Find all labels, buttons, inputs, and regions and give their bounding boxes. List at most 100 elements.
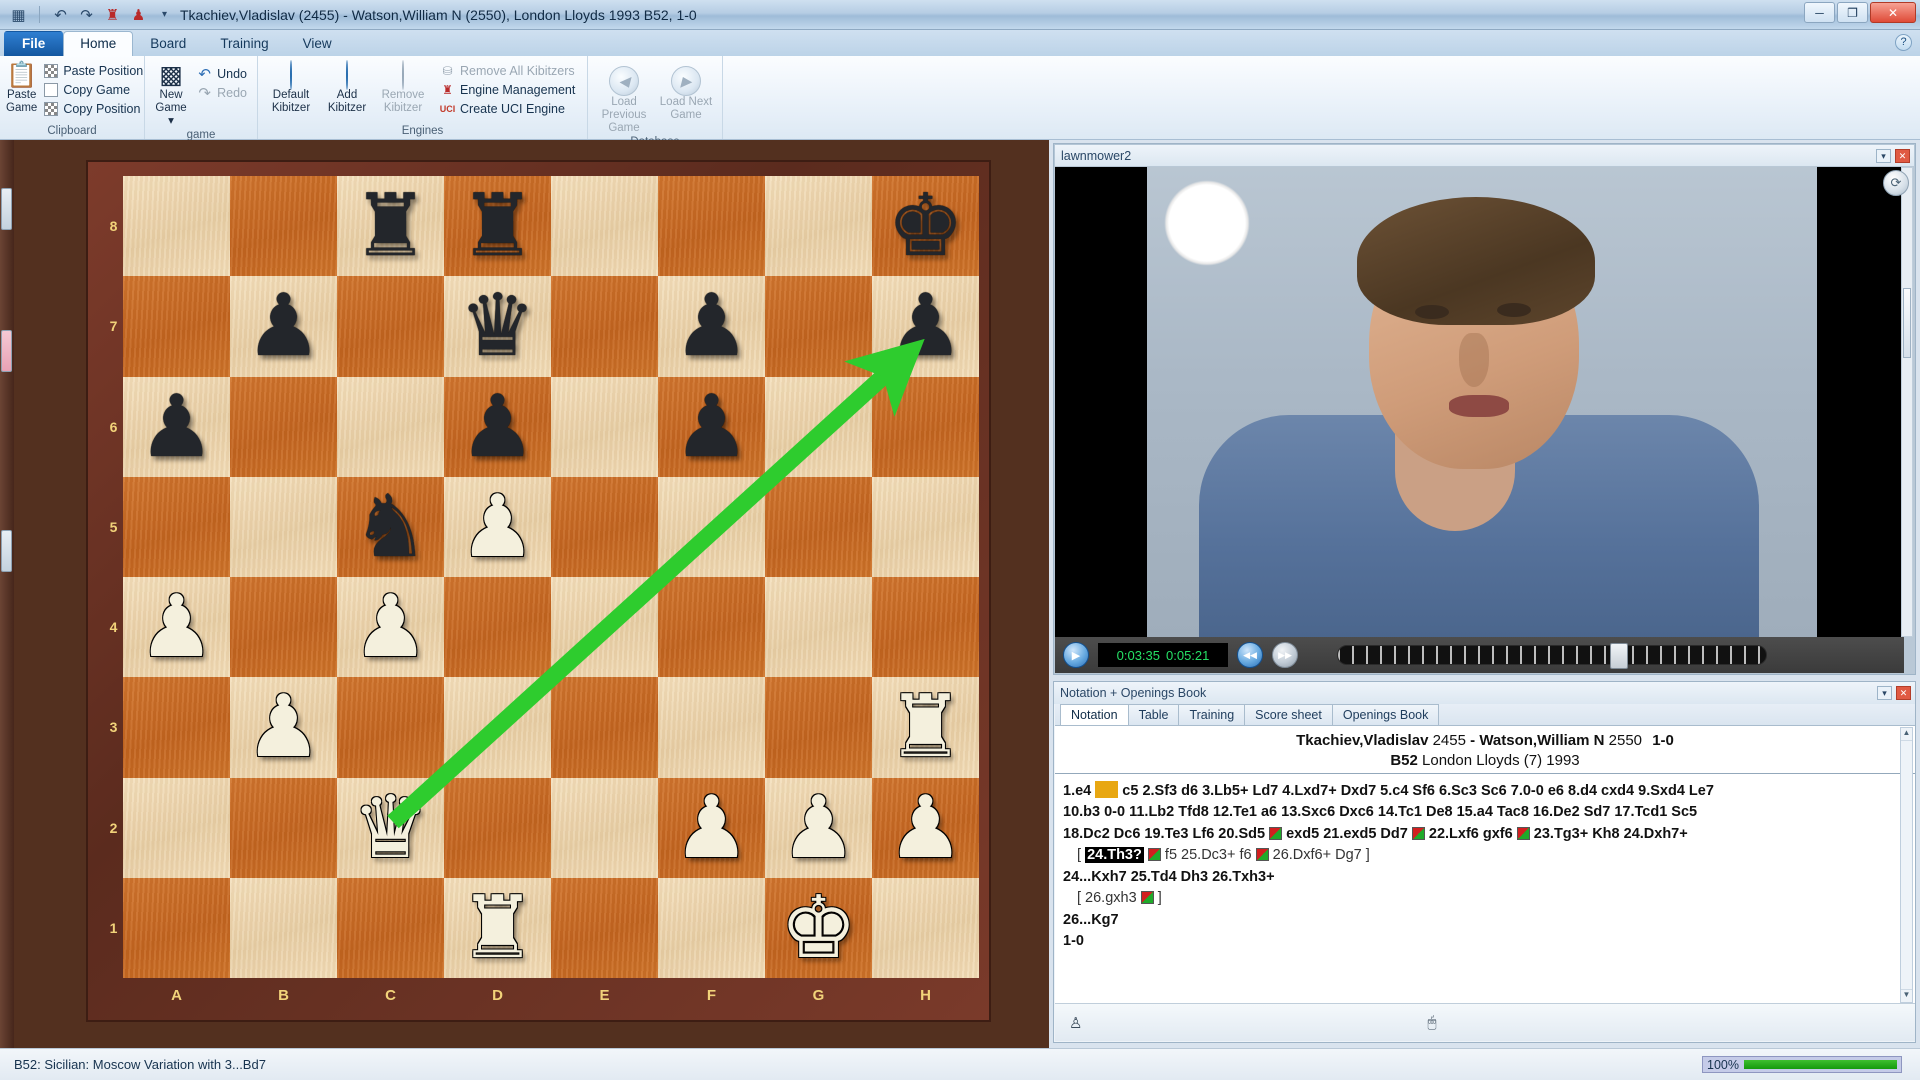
- copy-position-button[interactable]: Copy Position: [39, 100, 147, 117]
- tab-notation[interactable]: Notation: [1060, 704, 1129, 725]
- dock-tab-3[interactable]: [1, 530, 12, 572]
- square-e5[interactable]: [551, 477, 658, 577]
- square-a3[interactable]: [123, 677, 230, 777]
- copy-game-button[interactable]: Copy Game: [39, 81, 147, 98]
- close-button[interactable]: ✕: [1870, 2, 1916, 23]
- square-e4[interactable]: [551, 577, 658, 677]
- black-rook[interactable]: ♜: [337, 176, 444, 276]
- white-pawn[interactable]: ♟: [337, 577, 444, 677]
- square-g1[interactable]: ♚: [765, 878, 872, 978]
- tab-training[interactable]: Training: [1178, 704, 1245, 725]
- tab-file[interactable]: File: [4, 31, 63, 56]
- black-pawn[interactable]: ♟: [123, 377, 230, 477]
- square-f8[interactable]: [658, 176, 765, 276]
- white-pawn[interactable]: ♟: [872, 778, 979, 878]
- video-minimize-button[interactable]: ▾: [1876, 149, 1891, 163]
- square-g7[interactable]: [765, 276, 872, 376]
- square-a1[interactable]: [123, 878, 230, 978]
- square-g2[interactable]: ♟: [765, 778, 872, 878]
- tab-home[interactable]: Home: [63, 31, 133, 56]
- black-king[interactable]: ♚: [872, 176, 979, 276]
- move-line-4[interactable]: 24...Kxh7 25.Td4 Dh3 26.Txh3+: [1063, 867, 1905, 888]
- variation-line-1[interactable]: [ 24.Th3? f5 25.Dc3+ f6 26.Dxf6+ Dg7 ]: [1063, 845, 1905, 866]
- move-line-3d[interactable]: 23.Tg3+ Kh8 24.Dxh7+: [1534, 826, 1688, 842]
- white-rook[interactable]: ♜: [444, 878, 551, 978]
- zoom-control[interactable]: 100%: [1702, 1056, 1902, 1073]
- square-f4[interactable]: [658, 577, 765, 677]
- move-line-3[interactable]: 18.Dc2 Dc6 19.Te3 Lf6 20.Sd5 exd5 21.exd…: [1063, 824, 1905, 845]
- notation-body[interactable]: Tkachiev,Vladislav 2455 - Watson,William…: [1055, 726, 1915, 1004]
- video-scrollbar-thumb[interactable]: [1903, 288, 1911, 358]
- pieces-icon[interactable]: ♜: [103, 5, 122, 24]
- notation-minimize-button[interactable]: ▾: [1877, 686, 1892, 700]
- square-a8[interactable]: [123, 176, 230, 276]
- move-1-e4[interactable]: 1.e4: [1063, 783, 1091, 799]
- square-b5[interactable]: [230, 477, 337, 577]
- square-g8[interactable]: [765, 176, 872, 276]
- square-e7[interactable]: [551, 276, 658, 376]
- square-d1[interactable]: ♜: [444, 878, 551, 978]
- square-b1[interactable]: [230, 878, 337, 978]
- undo-button[interactable]: ↶ Undo: [193, 65, 251, 82]
- notation-scrollbar[interactable]: ▲ ▼: [1900, 727, 1913, 1003]
- move-line-1-rest[interactable]: c5 2.Sf3 d6 3.Lb5+ Ld7 4.Lxd7+ Dxd7 5.c4…: [1122, 783, 1714, 799]
- variation-line-1a[interactable]: f5 25.Dc3+ f6: [1165, 847, 1252, 863]
- notation-tab-strip[interactable]: Notation Table Training Score sheet Open…: [1055, 704, 1915, 726]
- move-line-2-text[interactable]: 10.b3 0-0 11.Lb2 Tfd8 12.Te1 a6 13.Sxc6 …: [1063, 804, 1697, 820]
- square-f2[interactable]: ♟: [658, 778, 765, 878]
- tab-table[interactable]: Table: [1128, 704, 1180, 725]
- tab-score-sheet[interactable]: Score sheet: [1244, 704, 1333, 725]
- square-h8[interactable]: ♚: [872, 176, 979, 276]
- notation-close-button[interactable]: ✕: [1896, 686, 1911, 700]
- create-uci-engine-button[interactable]: UCI Create UCI Engine: [436, 100, 579, 117]
- zoom-slider[interactable]: 100%: [1702, 1056, 1902, 1073]
- square-a2[interactable]: [123, 778, 230, 878]
- square-d4[interactable]: [444, 577, 551, 677]
- square-d6[interactable]: ♟: [444, 377, 551, 477]
- square-g3[interactable]: [765, 677, 872, 777]
- square-c7[interactable]: [337, 276, 444, 376]
- paste-position-button[interactable]: Paste Position: [39, 62, 147, 79]
- white-queen[interactable]: ♛: [337, 778, 444, 878]
- scroll-down-icon[interactable]: ▼: [1901, 989, 1912, 1002]
- dock-tab-2[interactable]: [1, 330, 12, 372]
- square-d2[interactable]: [444, 778, 551, 878]
- video-controls[interactable]: ▶ 0:03:35 0:05:21 ◀◀ ▶▶: [1055, 637, 1904, 673]
- engine-management-button[interactable]: ♜ Engine Management: [436, 81, 579, 98]
- left-dock-strip[interactable]: [0, 140, 14, 1048]
- variation-line-2-open[interactable]: [ 26.gxh3: [1077, 890, 1137, 906]
- square-g6[interactable]: [765, 377, 872, 477]
- variation-line-2[interactable]: [ 26.gxh3 ]: [1063, 888, 1905, 909]
- video-stage[interactable]: [1055, 167, 1904, 637]
- add-kibitzer-button[interactable]: Add Kibitzer: [320, 59, 374, 115]
- square-b2[interactable]: [230, 778, 337, 878]
- video-scrollbar[interactable]: [1901, 167, 1913, 637]
- square-c3[interactable]: [337, 677, 444, 777]
- square-b4[interactable]: [230, 577, 337, 677]
- paste-game-button[interactable]: 📋 Paste Game: [6, 59, 37, 115]
- square-h5[interactable]: [872, 477, 979, 577]
- square-b3[interactable]: ♟: [230, 677, 337, 777]
- white-pawn[interactable]: ♟: [123, 577, 230, 677]
- square-e3[interactable]: [551, 677, 658, 777]
- undo-icon[interactable]: ↶: [51, 5, 70, 24]
- black-knight[interactable]: ♞: [337, 477, 444, 577]
- quick-access-toolbar[interactable]: ▦ ↶ ↷ ♜ ♟ ▾: [0, 5, 174, 24]
- variation-line-1b[interactable]: 26.Dxf6+ Dg7 ]: [1273, 847, 1370, 863]
- black-pawn[interactable]: ♟: [658, 377, 765, 477]
- rewind-button[interactable]: ◀◀: [1237, 642, 1263, 668]
- square-c8[interactable]: ♜: [337, 176, 444, 276]
- default-kibitzer-button[interactable]: Default Kibitzer: [264, 59, 318, 115]
- video-seek-thumb[interactable]: [1610, 643, 1628, 669]
- white-pawn[interactable]: ♟: [765, 778, 872, 878]
- square-a7[interactable]: [123, 276, 230, 376]
- square-h7[interactable]: ♟: [872, 276, 979, 376]
- square-e2[interactable]: [551, 778, 658, 878]
- scroll-up-icon[interactable]: ▲: [1901, 728, 1912, 741]
- video-settings-icon[interactable]: ⟳: [1883, 170, 1909, 196]
- square-f6[interactable]: ♟: [658, 377, 765, 477]
- help-icon[interactable]: ?: [1895, 34, 1912, 51]
- board-icon[interactable]: ▦: [9, 5, 28, 24]
- square-e8[interactable]: [551, 176, 658, 276]
- move-line-3c[interactable]: 22.Lxf6 gxf6: [1429, 826, 1513, 842]
